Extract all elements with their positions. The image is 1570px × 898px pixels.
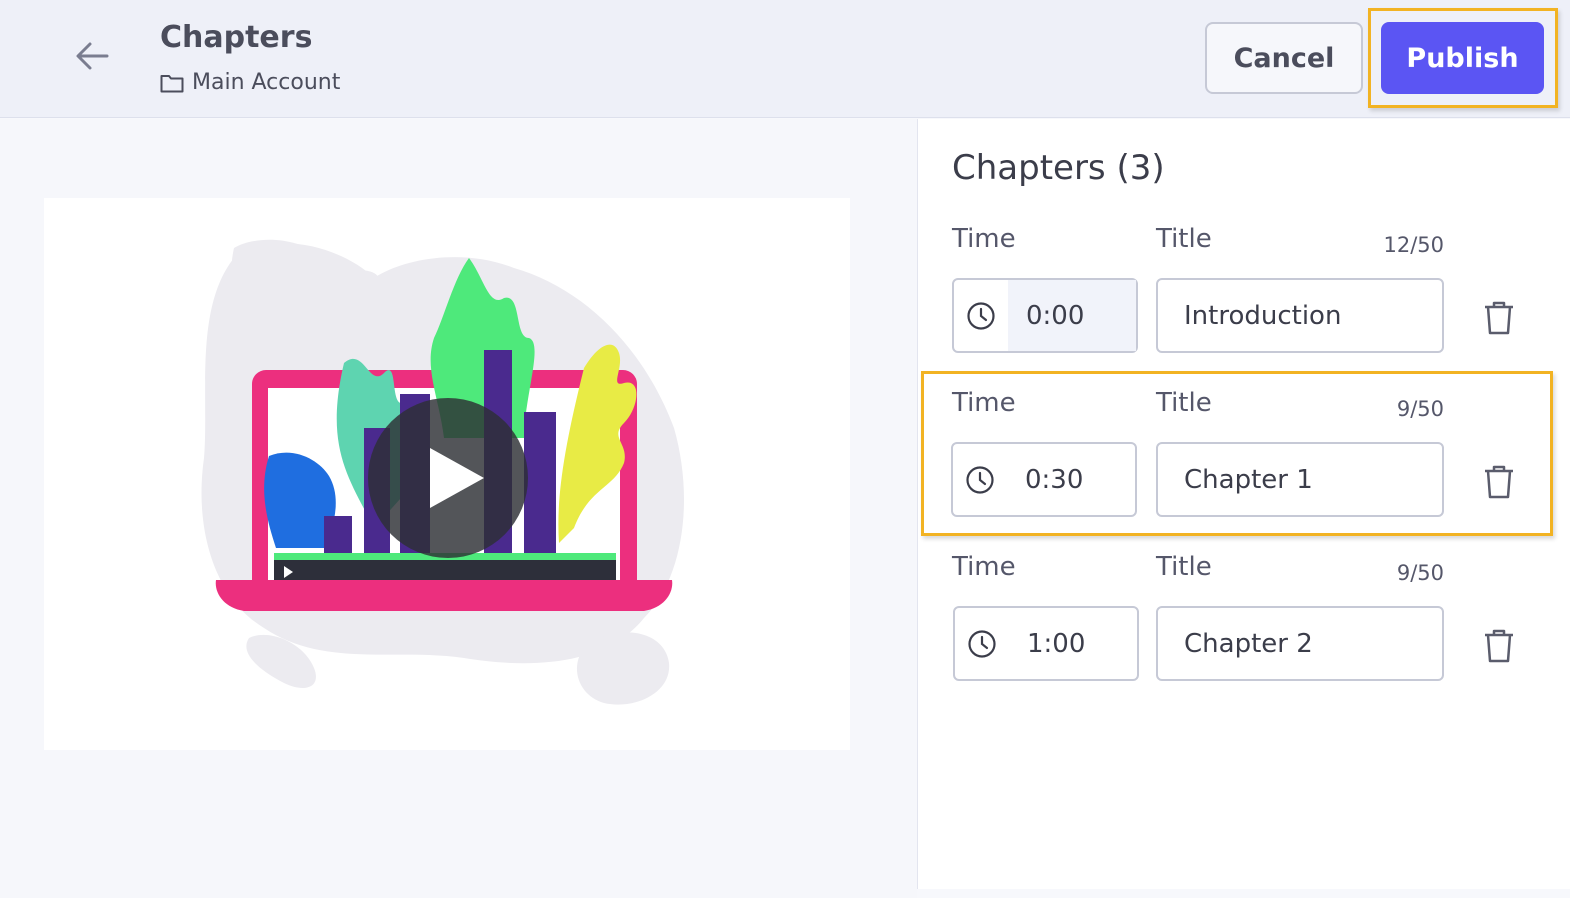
clock-icon (966, 465, 994, 494)
time-value: 1:00 (1027, 628, 1086, 659)
title-label: Title (1156, 224, 1212, 254)
breadcrumb-label: Main Account (192, 70, 341, 95)
character-count: 12/50 (1383, 233, 1444, 257)
trash-icon (1485, 301, 1513, 335)
trash-icon (1485, 465, 1513, 499)
cancel-button[interactable]: Cancel (1205, 22, 1363, 94)
top-header: Chapters Main Account Cancel Publish (0, 0, 1570, 118)
publish-button[interactable]: Publish (1381, 22, 1544, 94)
video-player[interactable] (44, 198, 850, 750)
delete-button[interactable] (1481, 298, 1517, 338)
time-label: Time (952, 224, 1016, 254)
character-count: 9/50 (1396, 397, 1444, 421)
time-input[interactable]: 0:30 (951, 442, 1137, 517)
time-value: 0:00 (1008, 280, 1136, 351)
folder-icon (160, 74, 184, 92)
arrow-left-icon (76, 42, 109, 70)
delete-button[interactable] (1481, 626, 1517, 666)
breadcrumb[interactable]: Main Account (160, 70, 340, 95)
title-input[interactable]: Chapter 1 (1156, 442, 1444, 517)
clock-icon (968, 629, 996, 658)
back-button[interactable] (72, 38, 112, 74)
time-value: 0:30 (1025, 464, 1084, 495)
video-thumbnail (201, 239, 684, 705)
delete-button[interactable] (1481, 462, 1517, 502)
time-label: Time (952, 552, 1016, 582)
time-input[interactable]: 1:00 (953, 606, 1139, 681)
trash-icon (1485, 629, 1513, 663)
title-label: Title (1156, 388, 1212, 418)
time-label: Time (952, 388, 1016, 418)
page-title: Chapters (160, 20, 313, 55)
title-input[interactable]: Chapter 2 (1156, 606, 1444, 681)
time-input[interactable]: 0:00 (952, 278, 1138, 353)
character-count: 9/50 (1396, 561, 1444, 585)
clock-icon (967, 301, 995, 330)
title-input[interactable]: Introduction (1156, 278, 1444, 353)
title-label: Title (1156, 552, 1212, 582)
chapters-heading: Chapters (3) (952, 148, 1165, 188)
